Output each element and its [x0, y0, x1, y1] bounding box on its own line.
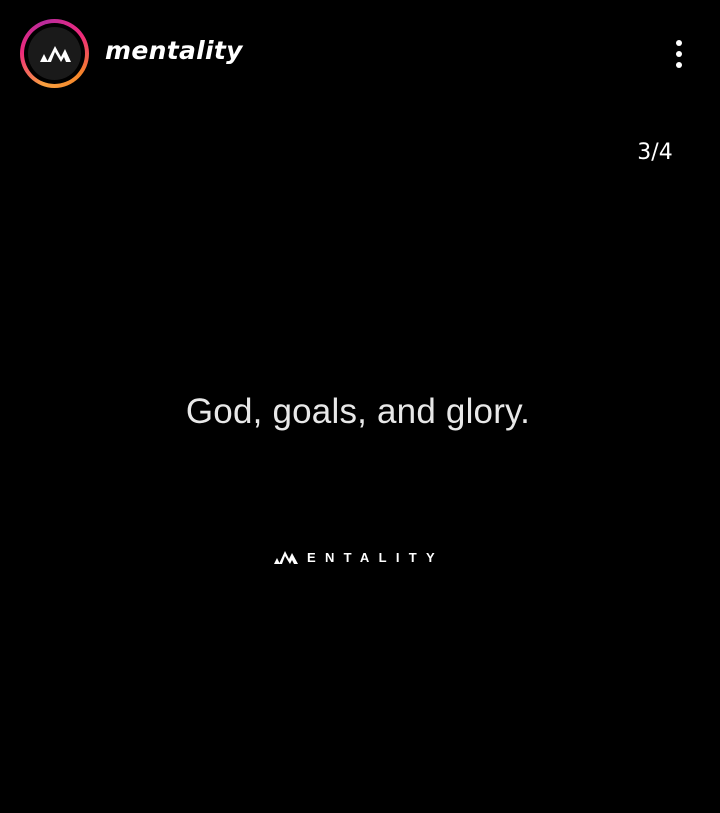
post-header: mentality [0, 0, 720, 108]
carousel-slide[interactable]: God, goals, and glory. ENTALITY [0, 108, 720, 813]
slide-counter: 3/4 [637, 140, 673, 165]
avatar-ring-gap [24, 23, 85, 84]
mentality-logo-icon [39, 45, 71, 62]
slide-quote: God, goals, and glory. [185, 392, 531, 431]
avatar[interactable] [28, 27, 81, 80]
username[interactable]: mentality [105, 36, 243, 65]
more-vertical-icon [676, 40, 682, 46]
story-ring[interactable] [20, 19, 89, 88]
more-vertical-icon-dot [676, 62, 682, 68]
more-options-button[interactable] [664, 34, 694, 74]
mentality-m-logo-icon [274, 551, 298, 564]
more-vertical-icon-dot [676, 51, 682, 57]
brand-watermark: ENTALITY [274, 545, 444, 569]
brand-text: ENTALITY [307, 549, 444, 565]
